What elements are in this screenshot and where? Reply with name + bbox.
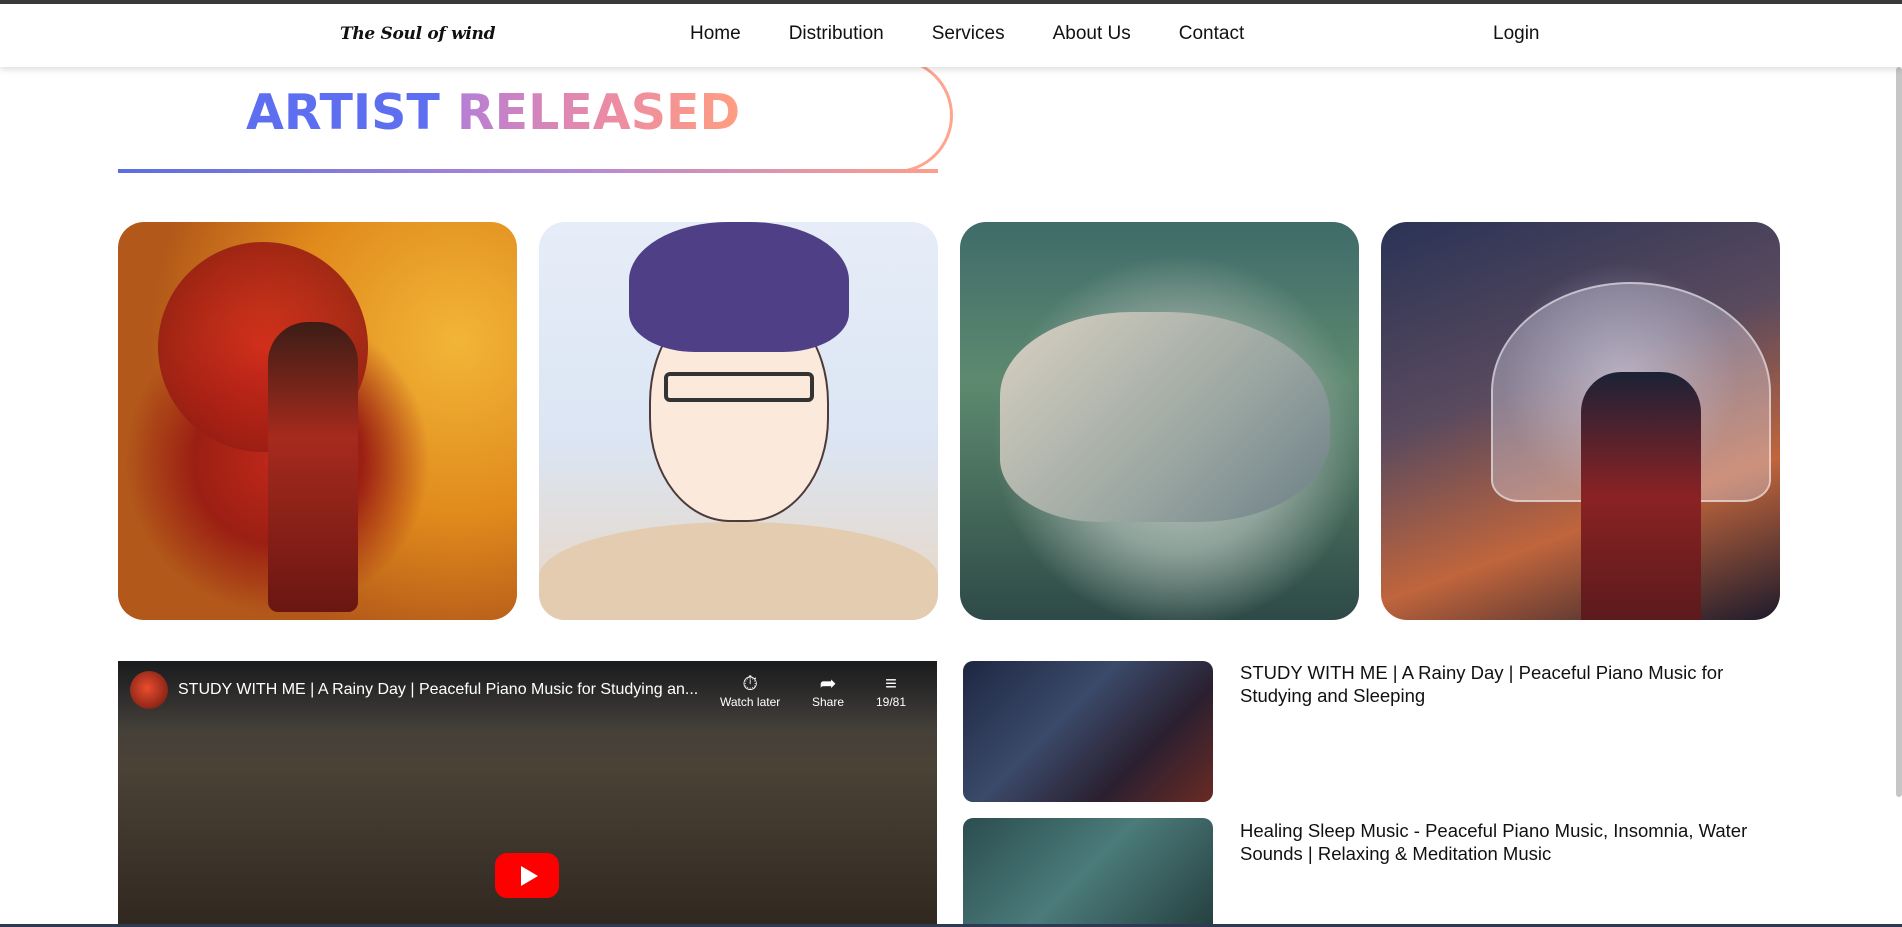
play-icon xyxy=(520,865,538,886)
navbar: The Soul of wind Home Distribution Servi… xyxy=(0,4,1902,67)
playlist-icon: ≡ xyxy=(885,673,897,695)
shirt-shape xyxy=(539,522,938,620)
site-logo[interactable]: The Soul of wind xyxy=(340,24,496,44)
section-title: ARTIST RELEASED xyxy=(246,84,740,141)
playlist-title-1[interactable]: STUDY WITH ME | A Rainy Day | Peaceful P… xyxy=(1240,661,1800,707)
glasses-shape xyxy=(664,372,814,402)
nav-home[interactable]: Home xyxy=(690,23,741,45)
playlist-thumbnail-1[interactable] xyxy=(963,661,1213,802)
nav-links: Home Distribution Services About Us Cont… xyxy=(690,23,1292,45)
hair-shape xyxy=(629,222,849,352)
nav-services[interactable]: Services xyxy=(932,23,1005,45)
sleeping-figure-shape xyxy=(1000,312,1330,522)
share-button[interactable]: ➦ Share xyxy=(812,673,844,709)
page-scrollbar[interactable] xyxy=(1896,67,1902,797)
artist-grid xyxy=(118,222,1780,620)
video-title[interactable]: STUDY WITH ME | A Rainy Day | Peaceful P… xyxy=(178,681,738,699)
artist-card-3[interactable] xyxy=(960,222,1359,620)
section-title-artist: ARTIST xyxy=(246,84,440,141)
share-icon: ➦ xyxy=(819,673,837,695)
section-title-released: RELEASED xyxy=(456,84,741,141)
artist-card-1[interactable] xyxy=(118,222,517,620)
nav-contact[interactable]: Contact xyxy=(1179,23,1244,45)
section-heading: ARTIST RELEASED xyxy=(118,58,953,173)
watch-later-label: Watch later xyxy=(720,695,781,709)
video-player[interactable]: STUDY WITH ME | A Rainy Day | Peaceful P… xyxy=(118,661,937,927)
playlist-title-2[interactable]: Healing Sleep Music - Peaceful Piano Mus… xyxy=(1240,819,1800,865)
watch-later-button[interactable]: ⏱ Watch later xyxy=(720,673,780,709)
artist-card-4[interactable] xyxy=(1381,222,1780,620)
channel-avatar[interactable] xyxy=(130,671,168,709)
figure-shape xyxy=(268,322,358,612)
playlist-thumbnail-2[interactable] xyxy=(963,818,1213,927)
artist-card-2[interactable] xyxy=(539,222,938,620)
play-button[interactable] xyxy=(495,853,559,898)
login-link[interactable]: Login xyxy=(1493,23,1540,45)
nav-distribution[interactable]: Distribution xyxy=(789,23,884,45)
figure-shape xyxy=(1581,372,1701,620)
heading-decoration-curve xyxy=(873,58,953,173)
share-label: Share xyxy=(812,695,845,709)
playlist-button[interactable]: ≡ 19/81 xyxy=(876,673,906,709)
nav-about-us[interactable]: About Us xyxy=(1053,23,1131,45)
playlist-count: 19/81 xyxy=(876,695,907,709)
heading-underline xyxy=(118,169,938,173)
clock-icon: ⏱ xyxy=(742,673,758,695)
